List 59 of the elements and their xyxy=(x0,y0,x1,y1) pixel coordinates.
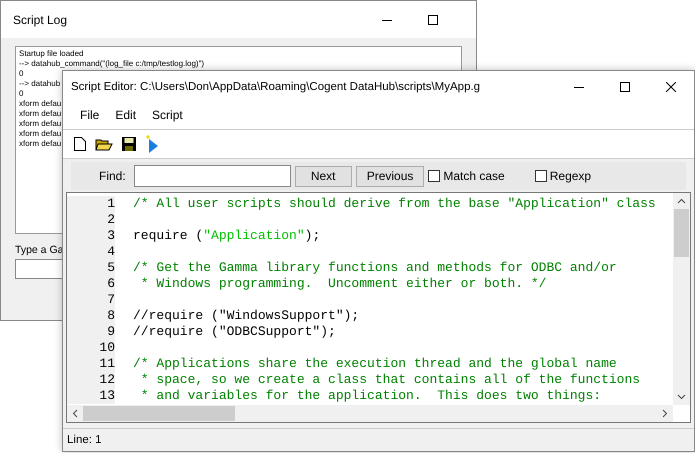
scroll-thumb[interactable] xyxy=(674,209,689,257)
find-input-field[interactable] xyxy=(134,165,291,187)
line-number: 5 xyxy=(67,260,115,276)
code-line: * and variables for the application. This does two things: xyxy=(140,388,602,404)
scroll-up-icon[interactable] xyxy=(677,198,686,204)
code-line: //require ("WindowsSupport"); xyxy=(133,308,360,324)
window-title: Script Log xyxy=(13,12,68,26)
line-number: 3 xyxy=(67,228,115,244)
log-line: xform defau xyxy=(19,109,62,119)
window-title: Script Editor: C:\Users\Don\AppData\Roaming\Cogent DataHub\scripts\MyApp.g xyxy=(71,80,482,92)
new-file-icon[interactable] xyxy=(73,136,87,152)
log-line: 0 xyxy=(19,69,24,79)
status-text: Line: 1 xyxy=(67,434,102,446)
code-line: //require ("ODBCSupport"); xyxy=(133,324,336,340)
line-number: 8 xyxy=(67,308,115,324)
maximize-icon xyxy=(620,82,630,92)
line-number: 2 xyxy=(67,212,115,228)
line-number: 10 xyxy=(67,340,115,356)
line-number: 4 xyxy=(67,244,115,260)
save-icon[interactable] xyxy=(121,136,137,152)
scroll-right-icon[interactable] xyxy=(662,409,668,418)
line-number: 9 xyxy=(67,324,115,340)
line-number: 11 xyxy=(67,356,115,372)
log-line: Startup file loaded xyxy=(19,49,84,59)
maximize-icon xyxy=(428,14,438,24)
code-line: require ("Application"); xyxy=(133,228,320,244)
log-line: --> datahub xyxy=(19,79,60,89)
find-button[interactable]: Previous xyxy=(356,166,424,186)
log-line: --> datahub_command("(log_file c:/tmp/testlog.log)") xyxy=(19,59,204,69)
find-label: Find: xyxy=(99,169,126,183)
code-line: * space, so we create a class that contains all of the functions xyxy=(140,372,640,388)
code-line: * Windows programming. Uncomment either or both. */ xyxy=(140,276,546,292)
vertical-scrollbar[interactable] xyxy=(673,193,690,405)
line-number: 13 xyxy=(67,388,115,404)
line-number: 6 xyxy=(67,276,115,292)
option-checkbox[interactable]: Match case xyxy=(428,169,505,183)
log-line: xform defau xyxy=(19,139,62,149)
log-line: 0 xyxy=(19,89,24,99)
run-icon[interactable] xyxy=(145,135,159,153)
option-checkbox[interactable]: Regexp xyxy=(534,169,592,183)
scroll-thumb[interactable] xyxy=(83,406,235,421)
log-line: xform defau xyxy=(19,99,62,109)
close-icon xyxy=(666,82,676,92)
menu-item[interactable]: Script xyxy=(145,105,190,125)
log-line: xform defau xyxy=(19,119,62,129)
horizontal-scrollbar[interactable] xyxy=(67,405,673,422)
code-line: /* Get the Gamma library functions and methods for ODBC and/or xyxy=(133,260,617,276)
scroll-down-icon[interactable] xyxy=(677,394,686,400)
command-input-field[interactable] xyxy=(15,259,62,279)
code-line: /* Applications share the execution thread and the global name xyxy=(133,356,617,372)
line-number: 1 xyxy=(67,196,115,212)
line-number: 12 xyxy=(67,372,115,388)
code-line: /* All user scripts should derive from the base "Application" class xyxy=(133,196,656,212)
line-number: 7 xyxy=(67,292,115,308)
log-line: xform defau xyxy=(19,129,62,139)
scroll-left-icon[interactable] xyxy=(72,409,78,418)
menu-item[interactable]: Edit xyxy=(108,105,144,125)
menu-item[interactable]: File xyxy=(73,105,106,125)
find-button[interactable]: Next xyxy=(294,166,352,186)
